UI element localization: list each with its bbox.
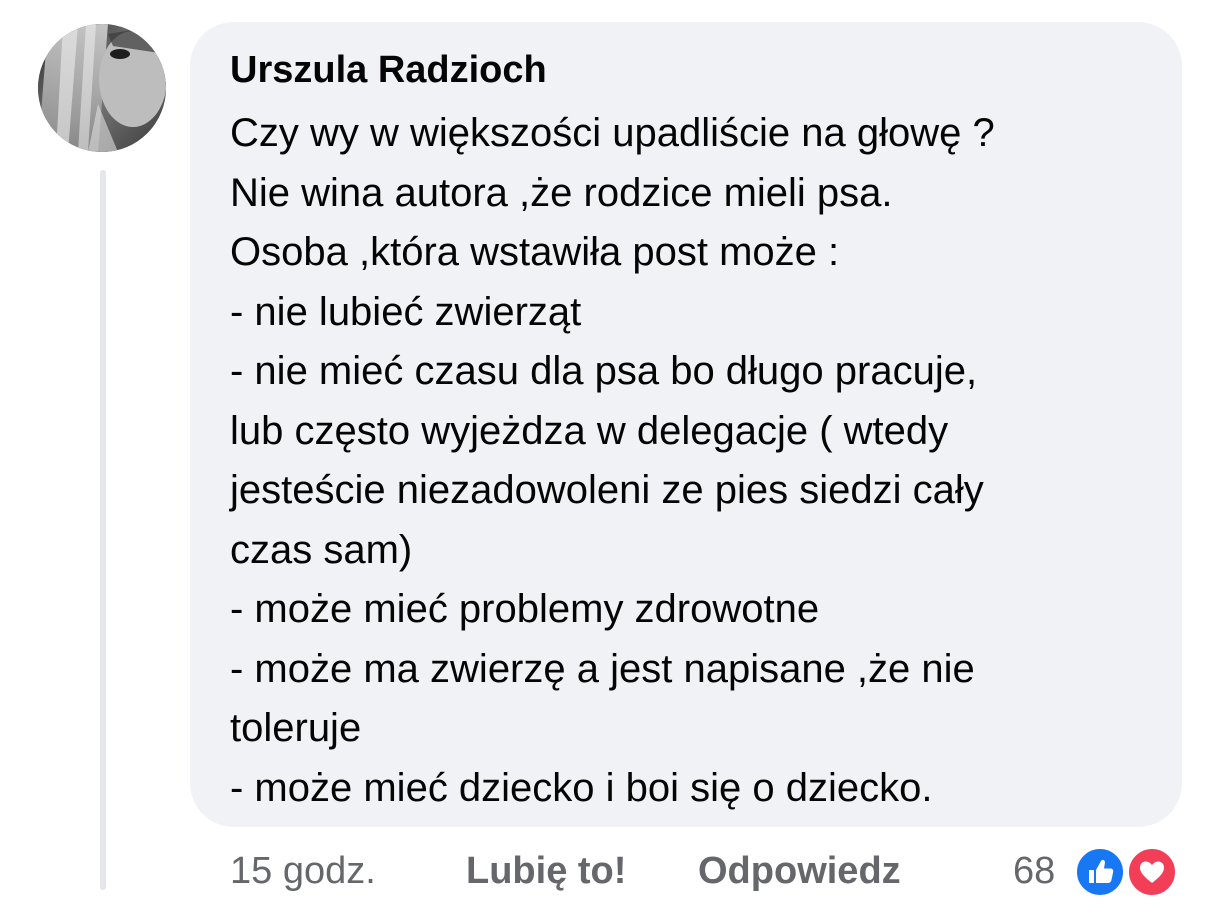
- like-button[interactable]: Lubię to!: [466, 850, 626, 893]
- comment-bubble: Urszula Radzioch Czy wy w większości upa…: [190, 22, 1182, 827]
- reaction-count[interactable]: 68: [1013, 850, 1055, 893]
- avatar[interactable]: [38, 24, 166, 152]
- comment-screen: Urszula Radzioch Czy wy w większości upa…: [0, 0, 1219, 917]
- avatar-photo: [38, 24, 166, 152]
- comment-text-line: Nie wina autora ,że rodzice mieli psa.: [230, 170, 893, 215]
- comment-text-line: jesteście niezadowoleni ze pies siedzi c…: [230, 468, 984, 512]
- reply-button[interactable]: Odpowiedz: [698, 850, 901, 893]
- comment-text-line: Czy wy w większości upadliście na głowę …: [230, 111, 995, 155]
- love-icon: [1126, 846, 1178, 898]
- comment-text-line: czas sam): [230, 527, 413, 572]
- thread-line: [100, 170, 106, 890]
- comment-text-line: - nie mieć czasu dla psa bo długo pracuj…: [230, 349, 978, 393]
- comment-text-line: - nie lubieć zwierząt: [230, 289, 582, 334]
- comment-author[interactable]: Urszula Radzioch: [230, 48, 1182, 92]
- comment-text-line: - może ma zwierzę a jest napisane ,że ni…: [230, 646, 975, 691]
- comment-timestamp[interactable]: 15 godz.: [230, 850, 376, 893]
- reaction-summary[interactable]: [1074, 846, 1184, 900]
- comment-text-line: Osoba ,która wstawiła post może :: [230, 230, 840, 274]
- comment-text-line: - może mieć problemy zdrowotne: [230, 587, 820, 631]
- comment-footer: 15 godz. Lubię to! Odpowiedz 68: [0, 846, 1219, 900]
- comment-text-line: lub często wyjeżdza w delegacje ( wtedy: [230, 408, 949, 453]
- like-icon: [1074, 846, 1126, 898]
- comment-text-line: - może mieć dziecko i boi się o dziecko.: [230, 765, 933, 810]
- comment-text-line: toleruje: [230, 706, 362, 750]
